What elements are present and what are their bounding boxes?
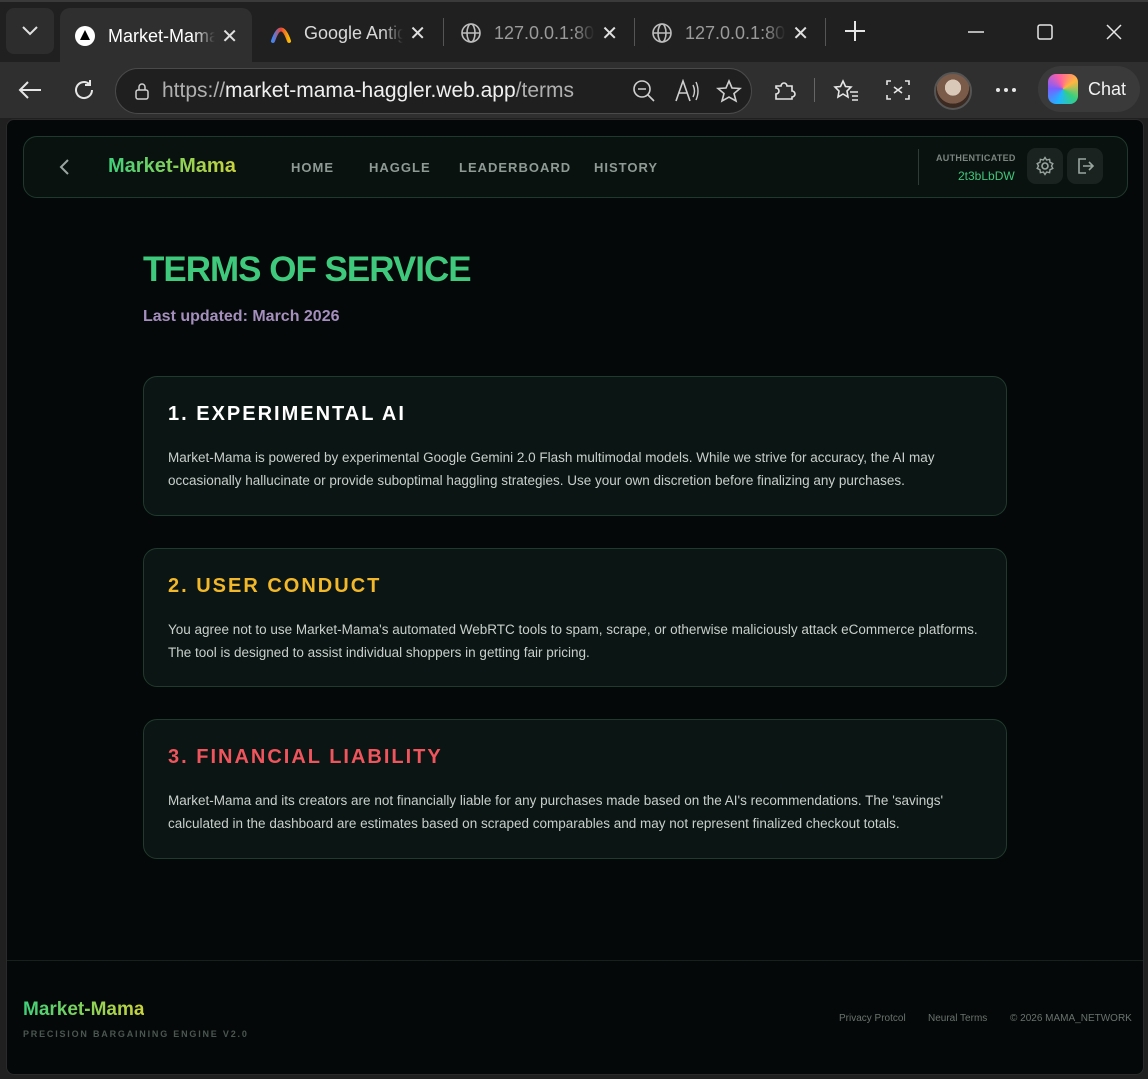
close-icon[interactable]: ✕ [409, 21, 426, 46]
auth-user-id: 2t3bLbDW [958, 169, 1015, 183]
nav-back-button[interactable] [52, 154, 76, 180]
tab-localhost-1[interactable]: 127.0.0.1:8080 ✕ [446, 8, 632, 58]
logout-button[interactable] [1067, 148, 1103, 184]
browser-toolbar: https://market-mama-haggler.web.app/term… [0, 62, 1148, 118]
globe-icon [461, 23, 481, 43]
back-button[interactable] [10, 70, 50, 110]
terms-section-financial-liability: 3. FINANCIAL LIABILITY Market-Mama and i… [143, 719, 1007, 859]
footer-link-terms[interactable]: Neural Terms [928, 1013, 987, 1024]
lock-icon [135, 83, 149, 100]
tab-title: 127.0.0.1:8080 [685, 22, 786, 43]
chevron-left-icon [59, 159, 69, 175]
tab-google-antigravity[interactable]: Google Antigravity ✕ [256, 8, 440, 58]
nav-link-leaderboard[interactable]: LEADERBOARD [459, 160, 571, 175]
puzzle-icon [775, 82, 796, 100]
reload-button[interactable] [64, 70, 104, 110]
close-icon [1106, 24, 1122, 40]
terms-section-experimental-ai: 1. EXPERIMENTAL AI Market-Mama is powere… [143, 376, 1007, 516]
plus-icon [845, 21, 865, 41]
read-aloud-icon[interactable] [674, 79, 700, 103]
screenshot-icon [886, 80, 910, 100]
url-scheme: https:// [162, 79, 226, 102]
section-body: You agree not to use Market-Mama's autom… [168, 622, 978, 660]
close-icon[interactable]: ✕ [792, 21, 809, 46]
last-updated: Last updated: March 2026 [143, 308, 340, 325]
footer-copyright: © 2026 MAMA_NETWORK [1010, 1013, 1132, 1024]
footer-logo[interactable]: Market-Mama [23, 999, 144, 1021]
triangle-logo-icon [75, 26, 95, 46]
zoom-out-icon[interactable] [632, 79, 656, 103]
toolbar-divider [814, 78, 815, 102]
tab-title: 127.0.0.1:8080 [494, 22, 595, 43]
url-host: market-mama-haggler.web.app [225, 79, 516, 102]
tab-separator [634, 18, 635, 46]
tab-market-mama[interactable]: Market-Mama ✕ [60, 8, 252, 64]
page-viewport: Market-Mama HOME HAGGLE LEADERBOARD HIST… [6, 119, 1144, 1075]
section-body: Market-Mama and its creators are not fin… [168, 793, 944, 831]
tab-title: Market-Mama [108, 25, 216, 46]
section-heading: 3. FINANCIAL LIABILITY [168, 746, 443, 768]
nav-link-history[interactable]: HISTORY [594, 160, 658, 175]
site-navbar: Market-Mama HOME HAGGLE LEADERBOARD HIST… [23, 136, 1128, 198]
star-icon[interactable] [716, 79, 742, 103]
tab-separator [825, 18, 826, 46]
favorites-button[interactable] [826, 70, 866, 110]
more-menu-button[interactable] [986, 70, 1026, 110]
gear-icon [1036, 156, 1054, 176]
tab-localhost-2[interactable]: 127.0.0.1:8080 ✕ [637, 8, 823, 58]
profile-avatar[interactable] [934, 72, 972, 110]
nav-link-haggle[interactable]: HAGGLE [369, 160, 431, 175]
browser-window: Market-Mama ✕ Google Antigravity ✕ 127.0… [0, 0, 1148, 1079]
section-heading: 2. USER CONDUCT [168, 575, 382, 597]
close-icon[interactable]: ✕ [601, 21, 618, 46]
footer-link-privacy[interactable]: Privacy Protcol [839, 1013, 906, 1024]
chat-label: Chat [1088, 78, 1127, 99]
chevron-down-icon [22, 26, 38, 36]
maximize-button[interactable] [1025, 12, 1065, 52]
tab-actions-button[interactable] [6, 8, 54, 54]
new-tab-button[interactable] [838, 14, 872, 48]
copilot-chat-button[interactable]: Chat [1038, 66, 1140, 112]
close-icon[interactable]: ✕ [221, 24, 238, 49]
site-logo[interactable]: Market-Mama [108, 155, 236, 178]
page-title: TERMS OF SERVICE [143, 250, 472, 289]
url-text: https://market-mama-haggler.web.app/term… [162, 79, 574, 103]
extensions-button[interactable] [764, 70, 804, 110]
auth-status-label: AUTHENTICATED [936, 153, 1016, 163]
logout-icon [1078, 158, 1095, 174]
close-window-button[interactable] [1094, 12, 1134, 52]
maximize-icon [1037, 24, 1053, 40]
address-bar[interactable]: https://market-mama-haggler.web.app/term… [115, 68, 752, 114]
terms-section-user-conduct: 2. USER CONDUCT You agree not to use Mar… [143, 548, 1007, 687]
site-footer: Market-Mama PRECISION BARGAINING ENGINE … [7, 960, 1143, 1074]
nav-divider [918, 149, 919, 185]
minimize-button[interactable] [956, 12, 996, 52]
nav-link-home[interactable]: HOME [291, 160, 334, 175]
tab-separator [443, 18, 444, 46]
section-body: Market-Mama is powered by experimental G… [168, 450, 935, 488]
settings-button[interactable] [1027, 148, 1063, 184]
antigravity-logo-icon [271, 27, 291, 43]
minimize-icon [968, 31, 984, 33]
url-path: /terms [515, 79, 575, 102]
tab-title: Google Antigravity [304, 22, 404, 43]
screenshot-button[interactable] [878, 70, 918, 110]
globe-icon [652, 23, 672, 43]
footer-tagline: PRECISION BARGAINING ENGINE V2.0 [23, 1029, 249, 1039]
more-horizontal-icon [996, 88, 1016, 92]
arrow-left-icon [18, 81, 41, 99]
refresh-icon [75, 80, 94, 99]
favorites-icon [833, 79, 858, 101]
copilot-icon [1048, 74, 1078, 104]
tab-bar: Market-Mama ✕ Google Antigravity ✕ 127.0… [0, 0, 1148, 64]
section-heading: 1. EXPERIMENTAL AI [168, 403, 406, 425]
